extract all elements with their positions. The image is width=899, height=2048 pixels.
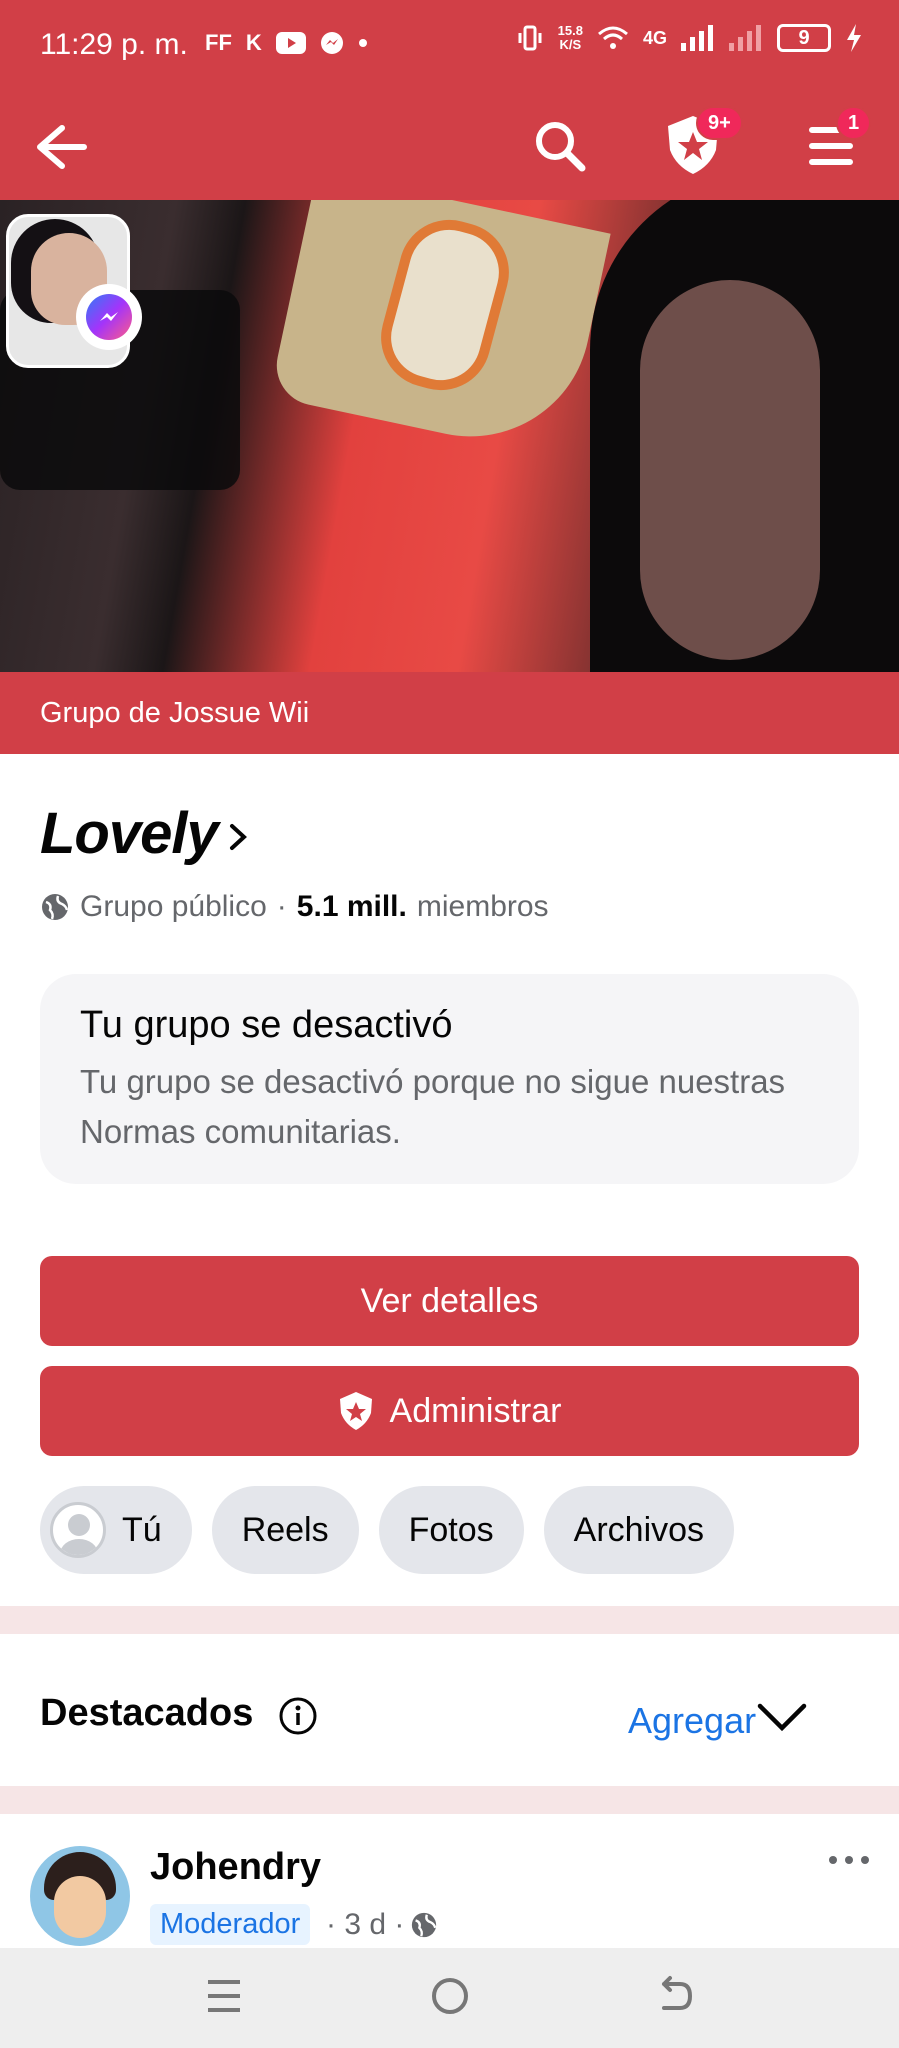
notice-title: Tu grupo se desactivó <box>80 1004 453 1046</box>
meta-separator: · <box>276 890 287 923</box>
chip-photos[interactable]: Fotos <box>378 1486 524 1574</box>
manage-button[interactable]: Administrar <box>40 1366 859 1456</box>
globe-icon <box>412 1912 437 1938</box>
avatar-face <box>54 1876 106 1938</box>
featured-title: Destacados <box>40 1692 254 1734</box>
signal-icon-2 <box>729 25 761 51</box>
post-meta: · 3 d · <box>326 1908 438 1942</box>
chip-files[interactable]: Archivos <box>543 1486 735 1574</box>
group-tabs: Tú Reels Fotos Archivos <box>40 1486 735 1574</box>
group-cover-photo[interactable] <box>0 200 899 672</box>
status-app-icons: FF K <box>205 30 368 56</box>
status-bar: 11:29 p. m. FF K 15.8 K/S 4G 9 <box>0 0 899 92</box>
network-speed: 15.8 K/S <box>557 23 583 52</box>
manage-label: Administrar <box>389 1391 562 1430</box>
section-divider <box>0 1786 899 1814</box>
wifi-icon <box>598 26 628 49</box>
post-time: · 3 d · <box>326 1908 405 1941</box>
user-avatar-icon <box>50 1502 106 1558</box>
chip-files-label: Archivos <box>573 1510 705 1549</box>
chevron-down-icon[interactable] <box>756 1700 808 1734</box>
chevron-right-icon[interactable] <box>226 820 250 854</box>
app-bar: 9+ 1 <box>0 92 899 200</box>
messenger-icon <box>86 294 132 340</box>
featured-add-link[interactable]: Agregar <box>628 1700 756 1742</box>
app-notification-k: K <box>245 30 262 55</box>
messenger-small-icon <box>320 32 343 54</box>
chip-photos-label: Fotos <box>408 1510 494 1549</box>
post-author-name[interactable]: Johendry <box>150 1846 321 1889</box>
cover-face <box>640 280 820 660</box>
charging-icon <box>847 24 861 52</box>
system-nav-bar <box>0 1948 899 2048</box>
home-icon[interactable] <box>428 1972 472 2020</box>
vibrate-icon <box>518 25 542 51</box>
notice-body: Tu grupo se desactivó porque no sigue nu… <box>80 1063 786 1150</box>
back-nav-icon[interactable] <box>654 1972 694 2020</box>
group-name[interactable]: Lovely <box>40 800 219 867</box>
recent-apps-icon[interactable] <box>206 1972 242 2020</box>
chip-you-label: Tú <box>122 1510 162 1549</box>
network-type: 4G <box>642 27 667 48</box>
menu-badge: 1 <box>836 106 872 140</box>
signal-icon <box>681 25 713 51</box>
chip-reels-label: Reels <box>241 1510 329 1549</box>
member-label: miembros <box>416 890 549 923</box>
info-icon[interactable] <box>278 1696 318 1736</box>
view-details-button[interactable]: Ver detalles <box>40 1256 859 1346</box>
chip-you[interactable]: Tú <box>40 1486 192 1574</box>
group-privacy: Grupo público <box>80 890 267 923</box>
status-time: 11:29 p. m. <box>40 28 188 61</box>
deactivated-notice: Tu grupo se desactivó Tu grupo se desact… <box>40 974 859 1184</box>
back-arrow-icon[interactable] <box>32 122 88 172</box>
app-notification-ff: FF <box>205 30 232 55</box>
youtube-icon <box>275 32 306 54</box>
view-details-label: Ver detalles <box>360 1281 539 1320</box>
member-count: 5.1 mill. <box>296 890 407 923</box>
post-author-avatar[interactable] <box>30 1846 130 1946</box>
group-meta: Grupo público · 5.1 mill. miembros <box>40 890 549 924</box>
dot-icon <box>358 39 367 47</box>
messenger-button[interactable] <box>76 284 142 350</box>
more-icon[interactable] <box>826 1850 872 1870</box>
shield-star-icon <box>339 1392 372 1430</box>
search-icon[interactable] <box>532 118 588 174</box>
group-owner-label[interactable]: Grupo de Jossue Wii <box>0 672 899 754</box>
moderator-badge: Moderador <box>150 1904 311 1945</box>
globe-icon <box>42 894 69 920</box>
status-indicators: 15.8 K/S 4G 9 <box>516 24 863 52</box>
battery-indicator: 9 <box>777 24 831 52</box>
chip-reels[interactable]: Reels <box>211 1486 359 1574</box>
notifications-badge: 9+ <box>696 106 743 140</box>
section-divider <box>0 1606 899 1634</box>
